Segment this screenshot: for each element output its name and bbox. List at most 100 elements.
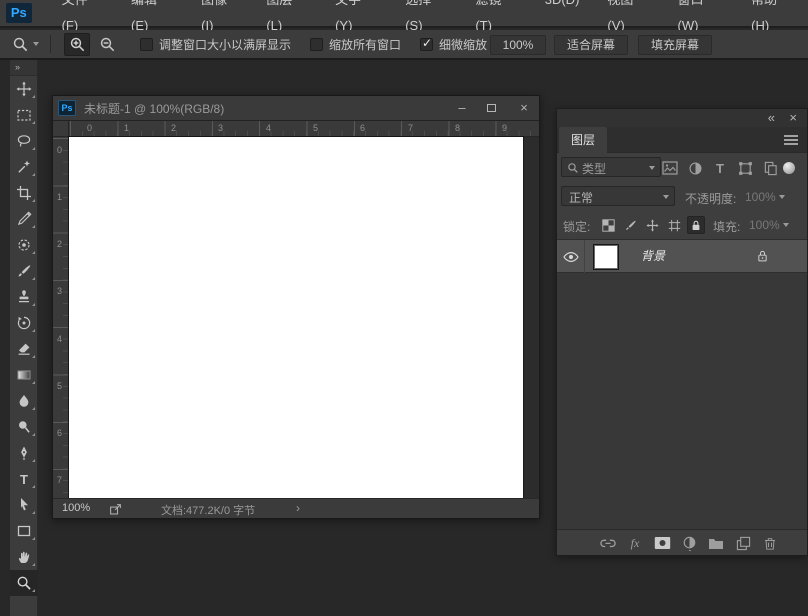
chevron-down-icon <box>649 166 655 170</box>
rectangular-marquee-tool[interactable] <box>10 102 38 128</box>
ruler-number: 0 <box>57 145 62 155</box>
toolbar-collapse-button[interactable]: » <box>10 60 37 76</box>
new-adjustment-layer-button[interactable] <box>680 535 698 551</box>
lasso-tool[interactable] <box>10 128 38 154</box>
layer-style-button[interactable]: fx <box>626 535 644 551</box>
document-title: 未标题-1 @ 100%(RGB/8) <box>84 100 224 117</box>
document-status-bar: 100% 文档:477.2K/0 字节 › <box>53 498 539 518</box>
filter-type-select[interactable]: 类型 <box>561 157 661 177</box>
tab-layers[interactable]: 图层 <box>559 127 607 153</box>
new-layer-button[interactable] <box>734 535 752 551</box>
brush-icon <box>16 263 32 279</box>
document-title-bar[interactable]: Ps 未标题-1 @ 100%(RGB/8) – × <box>53 96 539 121</box>
checkmark-icon: ✓ <box>422 36 432 50</box>
zoom-all-windows-option[interactable]: 缩放所有窗口 <box>310 30 401 58</box>
fill-screen-button[interactable]: 填充屏幕 <box>638 35 712 55</box>
close-panel-icon[interactable]: × <box>789 109 797 126</box>
blur-tool[interactable] <box>10 388 38 414</box>
new-group-button[interactable] <box>707 535 725 551</box>
layer-lock-icon[interactable] <box>756 249 769 263</box>
scrubby-zoom-option[interactable]: ✓ 细微缩放 <box>420 30 487 58</box>
eye-icon <box>563 251 579 263</box>
opacity-value[interactable]: 100% <box>745 190 776 204</box>
chevron-down-icon <box>33 42 39 46</box>
ruler-number: 6 <box>360 123 365 133</box>
resize-windows-option[interactable]: 调整窗口大小以满屏显示 <box>140 30 291 58</box>
path-selection-tool[interactable] <box>10 492 38 518</box>
zoom-in-icon <box>69 36 86 53</box>
fit-screen-button[interactable]: 适合屏幕 <box>554 35 628 55</box>
lock-image-pixels-button[interactable] <box>621 216 639 234</box>
layer-visibility-toggle[interactable] <box>557 240 585 274</box>
dodge-tool[interactable] <box>10 414 38 440</box>
filter-adjustment-layers-button[interactable] <box>686 159 704 177</box>
status-zoom-level[interactable]: 100% <box>62 502 90 514</box>
collapse-panel-icon[interactable]: « <box>768 109 775 126</box>
eraser-tool[interactable] <box>10 336 38 362</box>
pen-tool[interactable] <box>10 440 38 466</box>
zoom-all-windows-checkbox[interactable] <box>310 38 323 51</box>
hand-icon <box>16 549 32 565</box>
blend-mode-select[interactable]: 正常 <box>561 186 675 206</box>
lock-position-button[interactable] <box>643 216 661 234</box>
hand-tool[interactable] <box>10 544 38 570</box>
status-expand-chevron[interactable]: › <box>296 501 300 515</box>
eyedropper-icon <box>16 211 32 227</box>
add-layer-mask-button[interactable] <box>653 535 671 551</box>
history-brush-tool[interactable] <box>10 310 38 336</box>
ruler-number: 5 <box>57 381 62 391</box>
zoom-level-button[interactable]: 100% <box>490 35 546 55</box>
layer-name[interactable]: 背景 <box>641 240 665 273</box>
scrubby-zoom-checkbox[interactable]: ✓ <box>420 38 433 51</box>
layers-list-empty-area[interactable] <box>557 273 807 529</box>
layers-panel: « × 图层 类型 T 正常 不透明度: <box>556 108 808 556</box>
horizontal-ruler[interactable]: 0 1 2 3 4 5 6 7 8 9 <box>69 121 539 137</box>
fill-value[interactable]: 100% <box>749 218 780 232</box>
magic-wand-tool[interactable] <box>10 154 38 180</box>
zoom-out-button[interactable] <box>94 33 120 56</box>
gradient-tool[interactable] <box>10 362 38 388</box>
move-tool[interactable] <box>10 76 38 102</box>
layer-row-background[interactable]: 背景 <box>557 239 807 273</box>
layer-thumbnail[interactable] <box>593 244 619 270</box>
eyedropper-tool[interactable] <box>10 206 38 232</box>
zoom-tool-preset[interactable] <box>12 30 39 58</box>
lock-transparent-pixels-button[interactable] <box>599 216 617 234</box>
panel-menu-icon[interactable] <box>783 134 799 146</box>
ruler-number: 2 <box>57 239 62 249</box>
maximize-button[interactable] <box>477 96 507 120</box>
zoom-in-button[interactable] <box>64 33 90 56</box>
chevron-down-icon[interactable] <box>783 223 789 227</box>
ruler-number: 4 <box>57 334 62 344</box>
share-export-icon[interactable] <box>109 503 122 516</box>
close-button[interactable]: × <box>509 96 539 120</box>
link-layers-button[interactable] <box>599 535 617 551</box>
canvas[interactable] <box>69 137 523 498</box>
filter-toggle-icon[interactable] <box>783 162 795 174</box>
filter-pixel-layers-button[interactable] <box>661 159 679 177</box>
vertical-ruler[interactable]: 0 1 2 3 4 5 6 7 <box>53 137 69 498</box>
zoom-tool[interactable] <box>10 570 38 596</box>
crop-tool[interactable] <box>10 180 38 206</box>
ruler-origin-corner[interactable] <box>53 121 69 137</box>
shape-icon <box>738 161 753 176</box>
resize-windows-checkbox[interactable] <box>140 38 153 51</box>
spot-healing-brush-tool[interactable] <box>10 232 38 258</box>
type-tool[interactable]: T <box>10 466 38 492</box>
layer-mask-icon <box>654 536 671 550</box>
chevron-down-icon[interactable] <box>779 195 785 199</box>
clone-stamp-tool[interactable] <box>10 284 38 310</box>
minimize-button[interactable]: – <box>447 96 477 120</box>
lock-artboard-button[interactable] <box>665 216 683 234</box>
move-small-icon <box>646 219 659 232</box>
status-document-size[interactable]: 文档:477.2K/0 字节 <box>161 502 255 518</box>
filter-shape-layers-button[interactable] <box>736 159 754 177</box>
rectangle-tool[interactable] <box>10 518 38 544</box>
panel-tab-strip: 图层 <box>557 127 807 153</box>
ruler-number: 9 <box>502 123 507 133</box>
filter-smart-objects-button[interactable] <box>761 159 779 177</box>
delete-layer-button[interactable] <box>761 535 779 551</box>
lock-all-button[interactable] <box>687 216 705 234</box>
filter-type-layers-button[interactable]: T <box>711 159 729 177</box>
brush-tool[interactable] <box>10 258 38 284</box>
